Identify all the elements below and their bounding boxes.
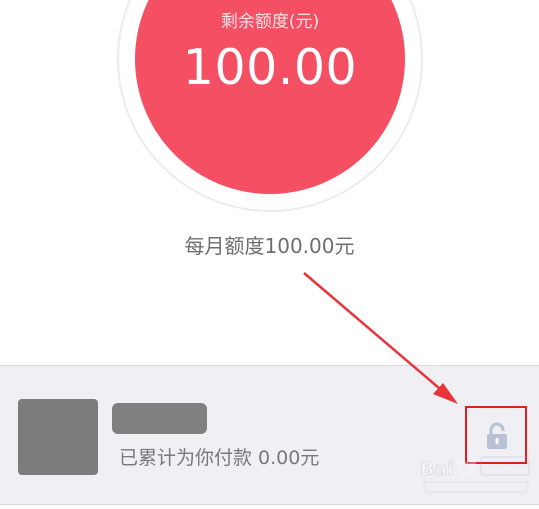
payer-avatar [18, 399, 98, 475]
paid-amount-text: 已累计为你付款 0.00元 [119, 447, 320, 469]
bottom-divider [0, 504, 539, 509]
remaining-quota-label: 剩余额度(元) [220, 12, 320, 32]
payer-name-redacted [112, 403, 207, 434]
quota-section: 剩余额度(元) 100.00 每月额度100.00元 [0, 0, 539, 365]
monthly-quota-text: 每月额度100.00元 [184, 234, 355, 258]
remaining-quota-value: 100.00 [182, 39, 358, 96]
unlock-button[interactable] [465, 406, 527, 464]
payer-section: 已累计为你付款 0.00元 [0, 365, 539, 504]
unlock-icon [487, 422, 507, 449]
